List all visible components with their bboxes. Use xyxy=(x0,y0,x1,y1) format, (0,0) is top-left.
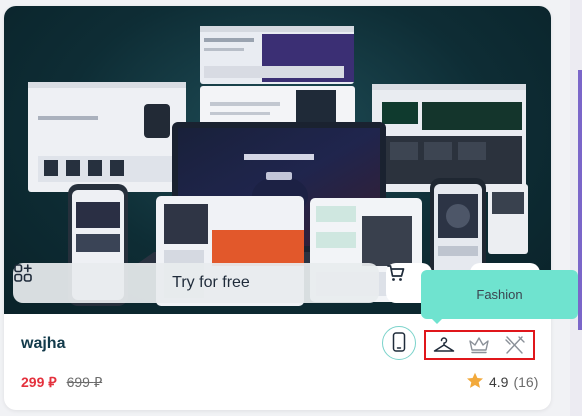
original-price: 699 ⃁ xyxy=(66,374,103,390)
category-tooltip: Fashion xyxy=(421,270,578,319)
rating-value: 4.9 xyxy=(489,374,509,390)
page-scrollbar[interactable] xyxy=(570,0,582,416)
device-filter-button[interactable] xyxy=(382,326,416,360)
try-for-free-label: Try for free xyxy=(172,274,250,291)
star-icon xyxy=(466,372,484,392)
tooltip-label: Fashion xyxy=(476,287,523,302)
rating-count: (16) xyxy=(513,374,539,390)
crown-icon[interactable] xyxy=(465,332,493,358)
try-for-free-button[interactable]: Try for free xyxy=(13,263,379,303)
tooltip-arrow xyxy=(429,316,445,324)
currency-symbol: ⃁ xyxy=(48,374,57,390)
category-icons-group xyxy=(424,330,535,360)
smartphone-icon xyxy=(392,331,406,355)
hanger-icon[interactable] xyxy=(430,332,458,358)
price-row: 299 ⃁ 699 ⃁ xyxy=(21,373,102,391)
template-card: Try for free wajha xyxy=(4,6,551,410)
currency-symbol-old: ⃁ xyxy=(93,374,103,390)
current-price: 299 ⃁ xyxy=(21,374,57,390)
template-title[interactable]: wajha xyxy=(21,335,65,353)
grid-plus-icon xyxy=(14,264,162,293)
fork-knife-icon[interactable] xyxy=(501,332,529,358)
template-preview-image[interactable]: Try for free xyxy=(4,6,551,314)
scrollbar-accent xyxy=(578,70,582,330)
rating: 4.9 (16) xyxy=(466,372,538,392)
